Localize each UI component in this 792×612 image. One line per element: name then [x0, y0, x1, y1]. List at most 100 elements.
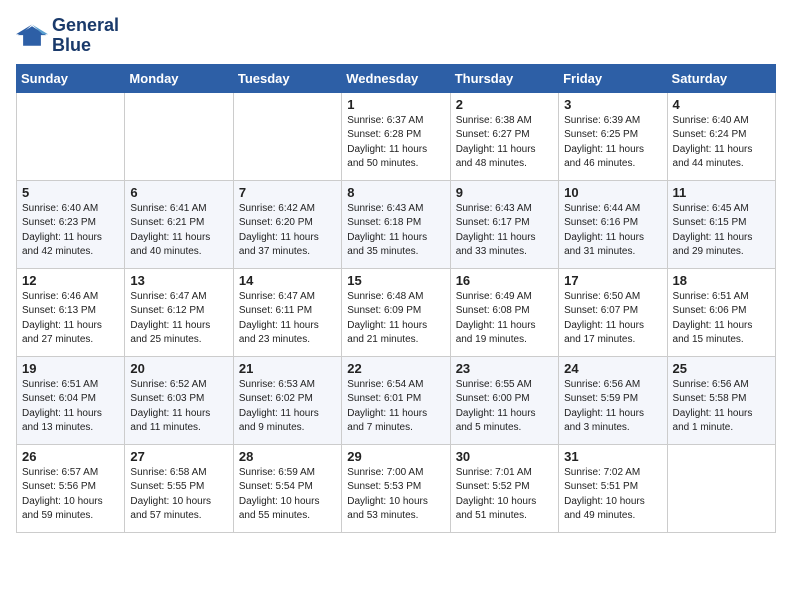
- calendar-week-row: 19 Sunrise: 6:51 AM Sunset: 6:04 PM Dayli…: [17, 356, 776, 444]
- day-number: 26: [22, 449, 119, 464]
- day-number: 16: [456, 273, 553, 288]
- calendar-cell: [17, 92, 125, 180]
- day-number: 30: [456, 449, 553, 464]
- day-info: Sunrise: 6:52 AM Sunset: 6:03 PM Dayligh…: [130, 378, 227, 436]
- weekday-header: Saturday: [667, 64, 775, 92]
- calendar-cell: 29Sunrise: 7:00 AM Sunset: 5:53 PM Dayli…: [342, 444, 450, 532]
- calendar-cell: 24Sunrise: 6:56 AM Sunset: 5:59 PM Dayli…: [559, 356, 667, 444]
- day-info: Sunrise: 6:40 AM Sunset: 6:24 PM Dayligh…: [673, 114, 770, 172]
- day-info: Sunrise: 7:01 AM Sunset: 5:52 PM Dayligh…: [456, 466, 553, 524]
- calendar-cell: 23 Sunrise: 6:55 AM Sunset: 6:00 PM Dayli…: [450, 356, 558, 444]
- day-info: Sunrise: 6:39 AM Sunset: 6:25 PM Dayligh…: [564, 114, 661, 172]
- calendar-cell: 31 Sunrise: 7:02 AM Sunset: 5:51 PM Dayli…: [559, 444, 667, 532]
- calendar-cell: 15Sunrise: 6:48 AM Sunset: 6:09 PM Dayli…: [342, 268, 450, 356]
- day-info: Sunrise: 6:43 AM Sunset: 6:18 PM Dayligh…: [347, 202, 444, 260]
- weekday-header: Monday: [125, 64, 233, 92]
- day-number: 6: [130, 185, 227, 200]
- weekday-header: Tuesday: [233, 64, 341, 92]
- weekday-header: Friday: [559, 64, 667, 92]
- day-info: Sunrise: 6:51 AM Sunset: 6:06 PM Dayligh…: [673, 290, 770, 348]
- weekday-header: Wednesday: [342, 64, 450, 92]
- day-number: 11: [673, 185, 770, 200]
- day-info: Sunrise: 6:53 AM Sunset: 6:02 PM Dayligh…: [239, 378, 336, 436]
- day-number: 5: [22, 185, 119, 200]
- day-info: Sunrise: 6:45 AM Sunset: 6:15 PM Dayligh…: [673, 202, 770, 260]
- day-info: Sunrise: 7:00 AM Sunset: 5:53 PM Dayligh…: [347, 466, 444, 524]
- calendar-cell: 26 Sunrise: 6:57 AM Sunset: 5:56 PM Dayli…: [17, 444, 125, 532]
- day-number: 15: [347, 273, 444, 288]
- calendar-cell: 22Sunrise: 6:54 AM Sunset: 6:01 PM Dayli…: [342, 356, 450, 444]
- calendar-cell: 6 Sunrise: 6:41 AM Sunset: 6:21 PM Daylig…: [125, 180, 233, 268]
- day-number: 13: [130, 273, 227, 288]
- day-info: Sunrise: 6:47 AM Sunset: 6:11 PM Dayligh…: [239, 290, 336, 348]
- day-number: 17: [564, 273, 661, 288]
- day-number: 14: [239, 273, 336, 288]
- calendar-cell: 9Sunrise: 6:43 AM Sunset: 6:17 PM Daylig…: [450, 180, 558, 268]
- day-info: Sunrise: 6:58 AM Sunset: 5:55 PM Dayligh…: [130, 466, 227, 524]
- calendar-cell: 28 Sunrise: 6:59 AM Sunset: 5:54 PM Dayli…: [233, 444, 341, 532]
- day-number: 10: [564, 185, 661, 200]
- day-number: 4: [673, 97, 770, 112]
- day-info: Sunrise: 7:02 AM Sunset: 5:51 PM Dayligh…: [564, 466, 661, 524]
- day-info: Sunrise: 6:38 AM Sunset: 6:27 PM Dayligh…: [456, 114, 553, 172]
- calendar-cell: 18 Sunrise: 6:51 AM Sunset: 6:06 PM Dayli…: [667, 268, 775, 356]
- day-info: Sunrise: 6:49 AM Sunset: 6:08 PM Dayligh…: [456, 290, 553, 348]
- calendar-cell: 14 Sunrise: 6:47 AM Sunset: 6:11 PM Dayli…: [233, 268, 341, 356]
- calendar-cell: [667, 444, 775, 532]
- weekday-header: Thursday: [450, 64, 558, 92]
- day-info: Sunrise: 6:50 AM Sunset: 6:07 PM Dayligh…: [564, 290, 661, 348]
- logo-text: General Blue: [52, 16, 119, 56]
- day-number: 2: [456, 97, 553, 112]
- logo: General Blue: [16, 16, 119, 56]
- logo-icon: [16, 22, 48, 50]
- day-info: Sunrise: 6:51 AM Sunset: 6:04 PM Dayligh…: [22, 378, 119, 436]
- day-number: 21: [239, 361, 336, 376]
- calendar-cell: 12 Sunrise: 6:46 AM Sunset: 6:13 PM Dayli…: [17, 268, 125, 356]
- day-info: Sunrise: 6:59 AM Sunset: 5:54 PM Dayligh…: [239, 466, 336, 524]
- calendar-cell: 5 Sunrise: 6:40 AM Sunset: 6:23 PM Daylig…: [17, 180, 125, 268]
- calendar-cell: 1Sunrise: 6:37 AM Sunset: 6:28 PM Daylig…: [342, 92, 450, 180]
- day-info: Sunrise: 6:41 AM Sunset: 6:21 PM Dayligh…: [130, 202, 227, 260]
- day-info: Sunrise: 6:40 AM Sunset: 6:23 PM Dayligh…: [22, 202, 119, 260]
- calendar-cell: 30 Sunrise: 7:01 AM Sunset: 5:52 PM Dayli…: [450, 444, 558, 532]
- day-info: Sunrise: 6:42 AM Sunset: 6:20 PM Dayligh…: [239, 202, 336, 260]
- day-number: 20: [130, 361, 227, 376]
- calendar-header-row: SundayMondayTuesdayWednesdayThursdayFrid…: [17, 64, 776, 92]
- calendar-cell: 21 Sunrise: 6:53 AM Sunset: 6:02 PM Dayli…: [233, 356, 341, 444]
- calendar-week-row: 12 Sunrise: 6:46 AM Sunset: 6:13 PM Dayli…: [17, 268, 776, 356]
- calendar-cell: 8 Sunrise: 6:43 AM Sunset: 6:18 PM Daylig…: [342, 180, 450, 268]
- calendar-cell: 13 Sunrise: 6:47 AM Sunset: 6:12 PM Dayli…: [125, 268, 233, 356]
- day-info: Sunrise: 6:54 AM Sunset: 6:01 PM Dayligh…: [347, 378, 444, 436]
- weekday-header: Sunday: [17, 64, 125, 92]
- day-info: Sunrise: 6:57 AM Sunset: 5:56 PM Dayligh…: [22, 466, 119, 524]
- day-number: 28: [239, 449, 336, 464]
- calendar-cell: 10 Sunrise: 6:44 AM Sunset: 6:16 PM Dayli…: [559, 180, 667, 268]
- day-number: 7: [239, 185, 336, 200]
- day-number: 19: [22, 361, 119, 376]
- calendar-table: SundayMondayTuesdayWednesdayThursdayFrid…: [16, 64, 776, 533]
- calendar-cell: 3Sunrise: 6:39 AM Sunset: 6:25 PM Daylig…: [559, 92, 667, 180]
- day-info: Sunrise: 6:47 AM Sunset: 6:12 PM Dayligh…: [130, 290, 227, 348]
- day-number: 23: [456, 361, 553, 376]
- calendar-cell: 27 Sunrise: 6:58 AM Sunset: 5:55 PM Dayli…: [125, 444, 233, 532]
- day-number: 12: [22, 273, 119, 288]
- calendar-cell: 11 Sunrise: 6:45 AM Sunset: 6:15 PM Dayli…: [667, 180, 775, 268]
- page-header: General Blue: [16, 16, 776, 56]
- calendar-week-row: 1Sunrise: 6:37 AM Sunset: 6:28 PM Daylig…: [17, 92, 776, 180]
- day-info: Sunrise: 6:56 AM Sunset: 5:58 PM Dayligh…: [673, 378, 770, 436]
- day-info: Sunrise: 6:44 AM Sunset: 6:16 PM Dayligh…: [564, 202, 661, 260]
- day-number: 8: [347, 185, 444, 200]
- day-number: 24: [564, 361, 661, 376]
- day-number: 31: [564, 449, 661, 464]
- day-info: Sunrise: 6:46 AM Sunset: 6:13 PM Dayligh…: [22, 290, 119, 348]
- day-info: Sunrise: 6:43 AM Sunset: 6:17 PM Dayligh…: [456, 202, 553, 260]
- day-info: Sunrise: 6:37 AM Sunset: 6:28 PM Dayligh…: [347, 114, 444, 172]
- calendar-cell: 20 Sunrise: 6:52 AM Sunset: 6:03 PM Dayli…: [125, 356, 233, 444]
- calendar-cell: 17 Sunrise: 6:50 AM Sunset: 6:07 PM Dayli…: [559, 268, 667, 356]
- day-number: 18: [673, 273, 770, 288]
- calendar-cell: 2 Sunrise: 6:38 AM Sunset: 6:27 PM Daylig…: [450, 92, 558, 180]
- day-number: 27: [130, 449, 227, 464]
- calendar-cell: [233, 92, 341, 180]
- day-info: Sunrise: 6:55 AM Sunset: 6:00 PM Dayligh…: [456, 378, 553, 436]
- calendar-cell: 16 Sunrise: 6:49 AM Sunset: 6:08 PM Dayli…: [450, 268, 558, 356]
